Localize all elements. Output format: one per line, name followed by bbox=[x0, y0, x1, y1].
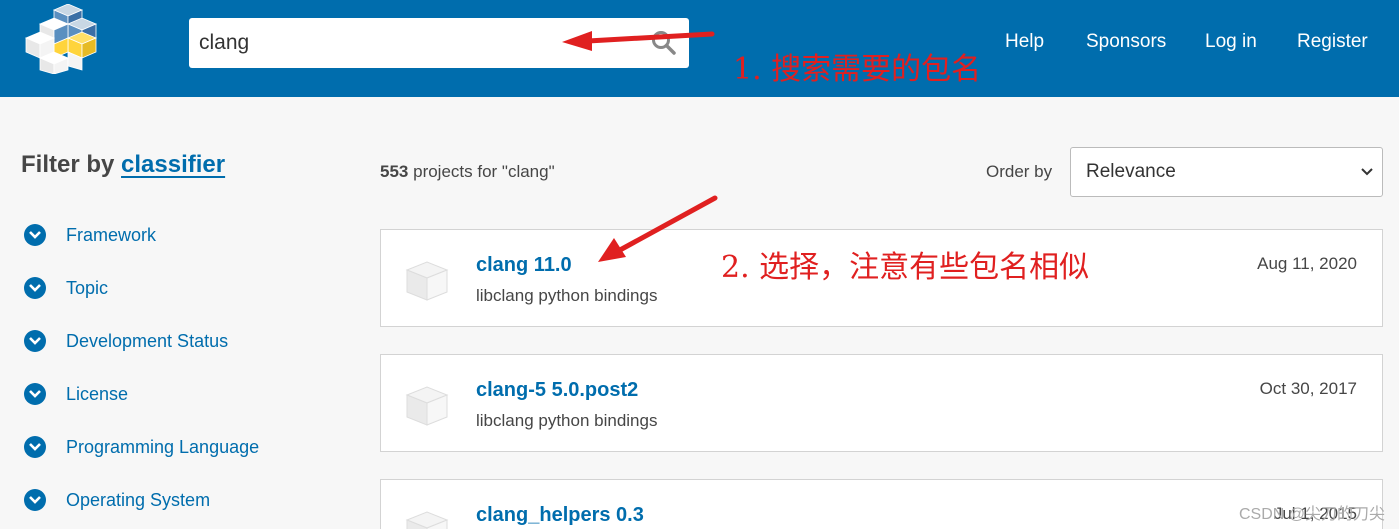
annotation-arrow-1 bbox=[562, 31, 715, 51]
watermark: CSDN @尖刀的刀尖 bbox=[1238, 506, 1385, 523]
annotation-arrow-2 bbox=[598, 195, 718, 262]
annotation-step-1: 1. 搜索需要的包名 bbox=[733, 52, 982, 87]
annotation-step-2: 2. 选择，注意有些包名相似 bbox=[721, 250, 1090, 285]
annotation-arrows bbox=[562, 31, 718, 262]
